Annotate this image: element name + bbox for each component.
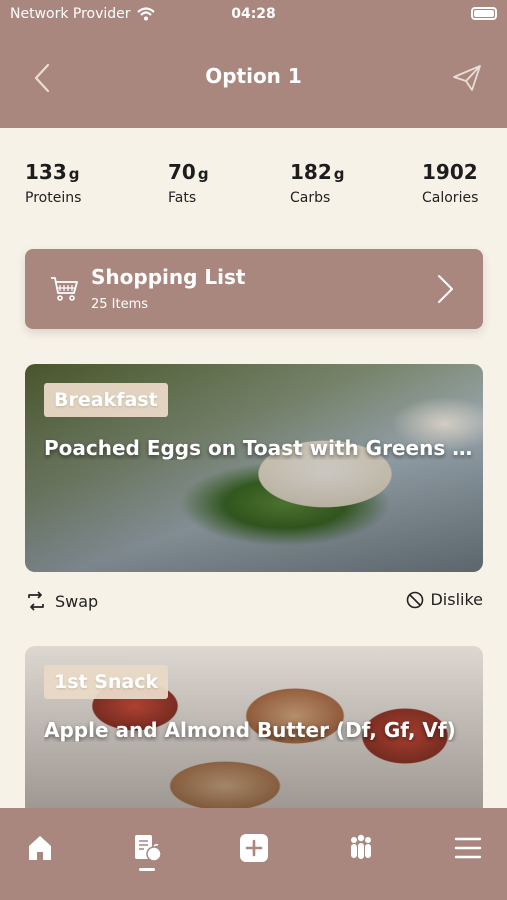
tab-meal-plan[interactable]: [127, 828, 167, 868]
macro-carbs: 182 g Carbs: [290, 160, 345, 206]
meal-card-breakfast[interactable]: Breakfast Poached Eggs on Toast with Gre…: [25, 364, 483, 572]
status-time: 04:28: [231, 6, 276, 22]
active-tab-indicator: [139, 868, 155, 871]
tab-menu[interactable]: [448, 828, 488, 868]
tab-add[interactable]: [234, 828, 274, 868]
send-icon: [453, 65, 481, 91]
carrier-name: Network Provider: [10, 6, 131, 22]
menu-icon: [454, 837, 482, 859]
meal-card-snack[interactable]: 1st Snack Apple and Almond Butter (Df, G…: [25, 646, 483, 816]
swap-button[interactable]: Swap: [25, 590, 98, 612]
dislike-label: Dislike: [430, 590, 483, 609]
carrier-group: Network Provider: [10, 6, 155, 22]
macro-fats: 70 g Fats: [168, 160, 209, 206]
shopping-list-count: 25 Items: [91, 297, 149, 312]
meal-category-badge: Breakfast: [44, 383, 168, 417]
meal-title: Poached Eggs on Toast with Greens (Df, G…: [44, 436, 474, 460]
status-bar: Network Provider 04:28: [10, 6, 497, 24]
tab-home[interactable]: [20, 828, 60, 868]
shopping-list-card[interactable]: Shopping List 25 Items: [25, 249, 483, 329]
wifi-icon: [136, 7, 155, 21]
home-icon: [29, 836, 51, 860]
swap-label: Swap: [55, 591, 99, 611]
app-header: Network Provider 04:28 Option 1: [0, 0, 507, 128]
dislike-button[interactable]: Dislike: [406, 590, 483, 609]
page-title: Option 1: [205, 64, 302, 88]
bottom-tab-bar: [0, 808, 507, 900]
cart-icon: [51, 277, 78, 301]
tab-community[interactable]: [341, 828, 381, 868]
swap-icon: [28, 591, 44, 611]
meal-plan-icon: [135, 835, 162, 862]
community-icon: [351, 834, 371, 859]
chevron-right-icon: [438, 275, 453, 303]
share-button[interactable]: [449, 60, 485, 96]
meal-title: Apple and Almond Butter (Df, Gf, Vf): [44, 718, 456, 742]
meal-actions: Swap Dislike: [25, 590, 483, 618]
shopping-list-title: Shopping List: [91, 265, 246, 289]
block-icon: [407, 591, 424, 608]
battery-icon: [471, 7, 497, 20]
macro-summary: 133 g Proteins 70 g Fats 182 g Carbs 1902 C…: [25, 160, 485, 220]
meal-category-badge: 1st Snack: [44, 665, 169, 699]
macro-calories: 1902 Calories: [422, 160, 479, 206]
macro-proteins: 133 g Proteins: [25, 160, 82, 206]
add-icon: [240, 834, 268, 862]
